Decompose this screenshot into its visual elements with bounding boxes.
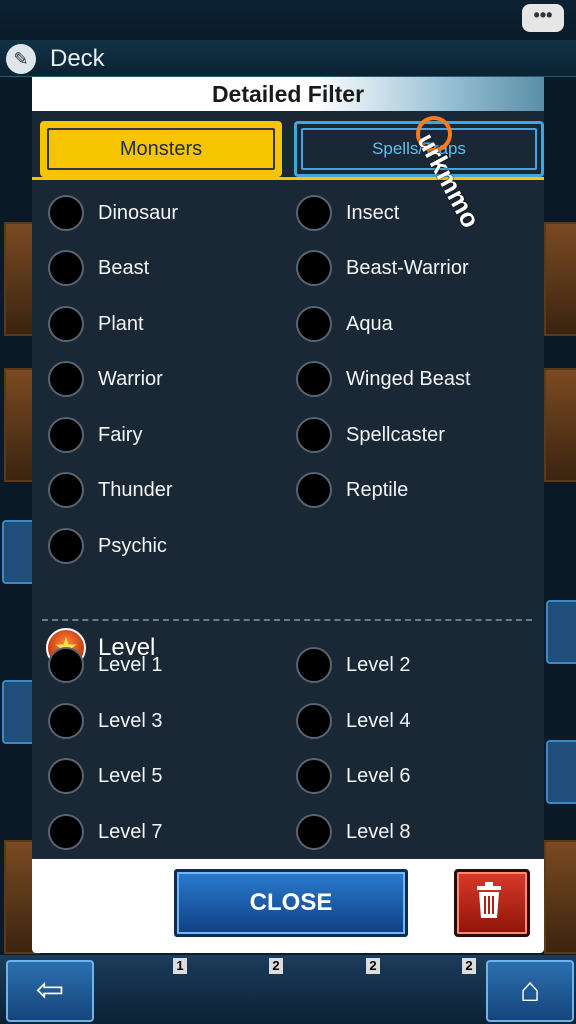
- radio-button[interactable]: [48, 361, 84, 397]
- option-label: Level 5: [98, 765, 163, 787]
- radio-button[interactable]: [296, 814, 332, 850]
- option-label: Beast-Warrior: [346, 257, 469, 279]
- radio-button[interactable]: [296, 306, 332, 342]
- edit-icon[interactable]: ✎: [6, 44, 36, 74]
- reset-filter-button[interactable]: [454, 869, 530, 937]
- radio-button[interactable]: [48, 528, 84, 564]
- option-label: Beast: [98, 257, 150, 279]
- option-label: Winged Beast: [346, 368, 471, 390]
- count-badge: 2: [366, 958, 380, 974]
- option-label: Plant: [98, 313, 144, 335]
- option-label: Level 6: [346, 765, 411, 787]
- trash-icon: [477, 882, 501, 918]
- radio-button[interactable]: [48, 814, 84, 850]
- count-badge: 2: [462, 958, 476, 974]
- radio-button[interactable]: [48, 306, 84, 342]
- close-button[interactable]: CLOSE: [174, 869, 408, 937]
- top-bar: [0, 0, 576, 40]
- radio-button[interactable]: [296, 647, 332, 683]
- option-label: Level 7: [98, 821, 163, 843]
- option-label: Reptile: [346, 479, 409, 501]
- radio-button[interactable]: [48, 472, 84, 508]
- count-badge: 2: [269, 958, 283, 974]
- home-button[interactable]: ⌂: [486, 960, 574, 1022]
- deck-title: Deck: [50, 45, 105, 72]
- option-label: Thunder: [98, 479, 173, 501]
- back-button[interactable]: ⇦: [6, 960, 94, 1022]
- dialog-title: Detailed Filter: [211, 81, 365, 107]
- option-label: Psychic: [98, 535, 167, 557]
- count-badge: 1: [173, 958, 187, 974]
- radio-button[interactable]: [296, 417, 332, 453]
- option-label: Fairy: [98, 424, 143, 446]
- filter-side-tab[interactable]: [2, 680, 36, 744]
- option-label: Insect: [346, 202, 400, 224]
- chat-bubble-icon[interactable]: •••: [522, 4, 564, 32]
- radio-button[interactable]: [296, 361, 332, 397]
- radio-button[interactable]: [48, 703, 84, 739]
- radio-button[interactable]: [296, 758, 332, 794]
- radio-button[interactable]: [48, 758, 84, 794]
- option-label: Warrior: [98, 368, 163, 390]
- option-label: Spellcaster: [346, 424, 445, 446]
- radio-button[interactable]: [48, 417, 84, 453]
- option-label: Level 4: [346, 710, 411, 732]
- tab-label: Monsters: [47, 128, 275, 170]
- tab-monsters[interactable]: Monsters: [40, 121, 282, 177]
- side-scroll-tab-left[interactable]: [2, 520, 36, 584]
- side-scroll-tab-right[interactable]: [546, 600, 576, 664]
- option-label: Level 3: [98, 710, 163, 732]
- radio-button[interactable]: [48, 195, 84, 231]
- deck-card-right-2: [544, 368, 576, 482]
- deck-card-right-3: [544, 840, 576, 954]
- radio-button[interactable]: [296, 472, 332, 508]
- home-icon: ⌂: [519, 971, 541, 1009]
- deck-card-right-1: [544, 222, 576, 336]
- option-label: Dinosaur: [98, 202, 179, 224]
- tab-underline: [32, 177, 544, 180]
- radio-button[interactable]: [48, 647, 84, 683]
- radio-button[interactable]: [296, 250, 332, 286]
- option-label: Level 8: [346, 821, 411, 843]
- radio-button[interactable]: [296, 195, 332, 231]
- option-label: Level 2: [346, 654, 411, 676]
- sort-side-tab[interactable]: [546, 740, 576, 804]
- radio-button[interactable]: [296, 703, 332, 739]
- section-divider: [42, 619, 532, 621]
- left-arrow-icon: ⇦: [35, 971, 65, 1009]
- option-label: Aqua: [346, 313, 393, 335]
- radio-button[interactable]: [48, 250, 84, 286]
- option-label: Level 1: [98, 654, 163, 676]
